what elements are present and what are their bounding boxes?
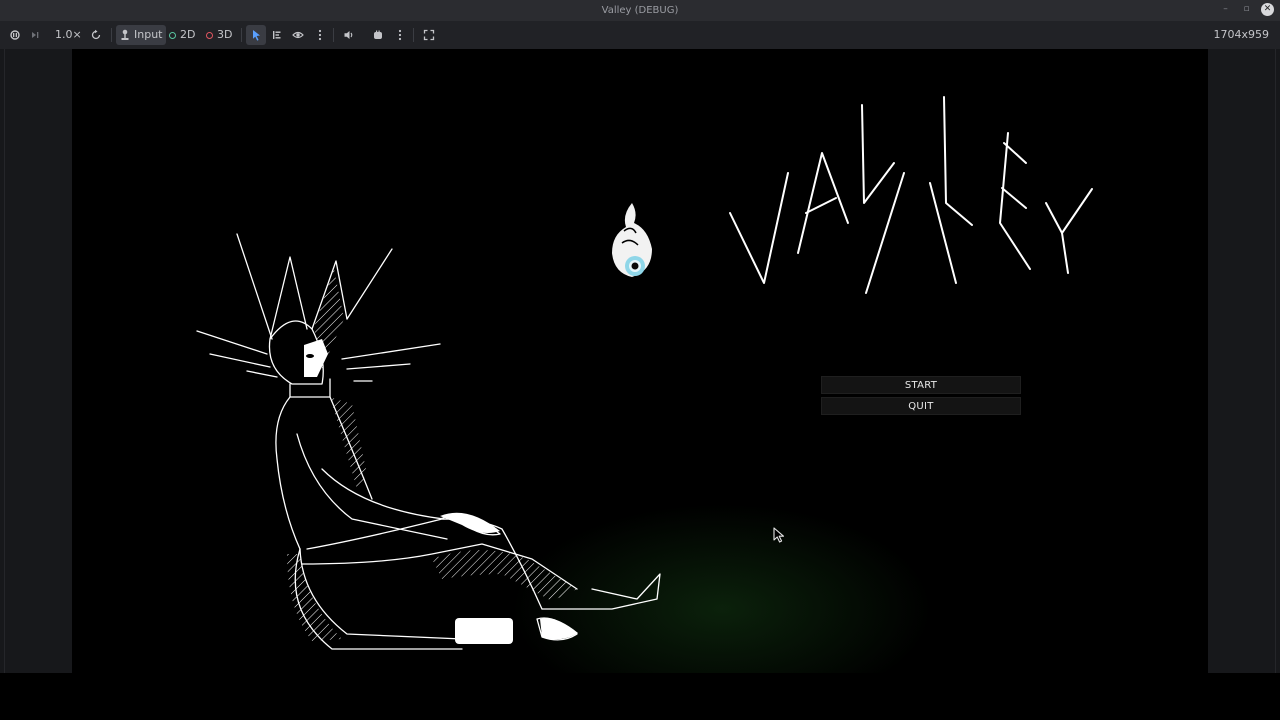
circle-2d-icon (169, 31, 176, 39)
speed-label: 1.0× (55, 28, 82, 41)
speed-selector[interactable]: 1.0× (55, 25, 82, 45)
window-controls: – ▫ ✕ (1219, 3, 1274, 16)
viewport-margin-left (0, 49, 72, 673)
toolbar-separator (111, 28, 112, 42)
camera-override-button[interactable] (368, 25, 388, 45)
mode-2d-button[interactable]: 2D (169, 25, 195, 45)
speaker-icon (344, 31, 353, 39)
arrow-pointer-icon (253, 30, 260, 41)
eye-icon (292, 31, 304, 39)
list-select-button[interactable] (267, 25, 287, 45)
character-illustration (196, 233, 661, 650)
list-select-icon (273, 31, 281, 39)
mouse-cursor-icon (773, 527, 785, 543)
select-mode-button[interactable] (246, 25, 266, 45)
camera-options-button[interactable] (390, 25, 410, 45)
start-button[interactable]: START (821, 376, 1021, 394)
maximize-button[interactable]: ▫ (1240, 3, 1253, 16)
pause-loop-icon (10, 30, 20, 40)
visibility-button[interactable] (288, 25, 308, 45)
window-title: Valley (DEBUG) (601, 5, 679, 16)
flaming-eye-sprite (612, 203, 652, 277)
title-bar: Valley (DEBUG) – ▫ ✕ (0, 0, 1280, 21)
bottom-letterbox (0, 673, 1280, 720)
expand-icon (423, 29, 435, 41)
toolbar-separator (333, 28, 334, 42)
mute-button[interactable] (339, 25, 359, 45)
viewport-margin-right (1208, 49, 1280, 673)
game-window: Valley (DEBUG) – ▫ ✕ 1.0× Input 2D 3D 17… (0, 0, 1280, 720)
step-frame-icon (32, 32, 39, 38)
debug-toolbar: 1.0× Input 2D 3D 1704x959 (0, 21, 1280, 49)
main-menu: START QUIT (821, 376, 1021, 418)
toolbar-separator (413, 28, 414, 42)
input-toggle[interactable]: Input (116, 25, 167, 45)
next-frame-button[interactable] (25, 25, 45, 45)
camera-hand-icon (374, 30, 382, 39)
kebab-menu-icon (398, 29, 402, 41)
input-label: Input (134, 28, 163, 41)
mode-3d-label: 3D (217, 28, 233, 41)
suspend-button[interactable] (5, 25, 25, 45)
quit-button[interactable]: QUIT (821, 397, 1021, 415)
mode-3d-button[interactable]: 3D (206, 25, 232, 45)
more-options-button[interactable] (310, 25, 330, 45)
close-button[interactable]: ✕ (1261, 3, 1274, 16)
minimize-button[interactable]: – (1219, 3, 1232, 16)
game-screen[interactable]: START QUIT (72, 49, 1208, 673)
circle-3d-icon (206, 31, 213, 39)
valley-handwritten-logo (729, 96, 1093, 294)
game-logo (726, 93, 1096, 303)
kebab-menu-icon (318, 29, 322, 41)
embed-fullscreen-button[interactable] (419, 25, 439, 45)
game-viewport: START QUIT (0, 49, 1280, 673)
toolbar-separator (241, 28, 242, 42)
joystick-icon (121, 29, 129, 40)
mode-2d-label: 2D (180, 28, 196, 41)
reload-icon (91, 29, 101, 40)
reset-speed-button[interactable] (86, 25, 106, 45)
viewport-resolution: 1704x959 (1213, 28, 1270, 41)
